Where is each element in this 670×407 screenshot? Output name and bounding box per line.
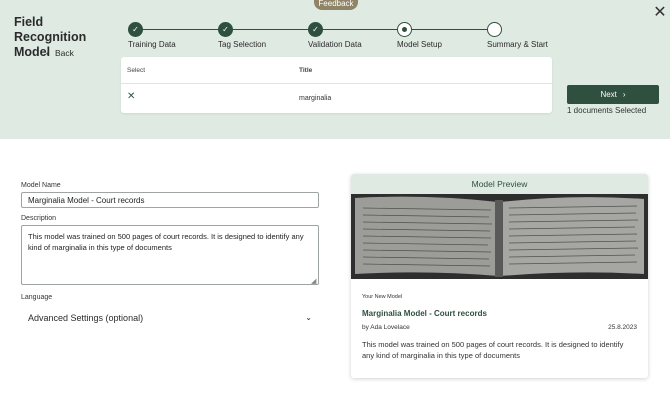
step-label-model-setup: Model Setup (397, 40, 442, 49)
table-divider (121, 83, 552, 84)
back-label: Back (55, 48, 74, 58)
step-label-validation-data: Validation Data (308, 40, 362, 49)
preview-date: 25.8.2023 (608, 324, 637, 331)
table-row-title: marginalia (299, 95, 332, 102)
preview-subheading: Your New Model (362, 294, 403, 300)
selected-count: 1 documents Selected (567, 106, 647, 115)
step-tag-selection[interactable]: ✓ (218, 22, 233, 37)
next-label: Next (600, 90, 617, 99)
model-name-label: Model Name (21, 182, 61, 189)
preview-author: by Ada Lovelace (362, 324, 410, 331)
model-preview-card: Model Preview Your New Model Marginalia … (351, 174, 648, 378)
description-label: Description (21, 215, 57, 222)
preview-description: This model was trained on 500 pages of c… (362, 340, 624, 360)
step-label-summary-start: Summary & Start (487, 40, 548, 49)
column-header-select: Select (127, 67, 146, 74)
step-model-setup[interactable] (397, 22, 412, 37)
advanced-settings-label: Advanced Settings (optional) (28, 313, 144, 323)
chevron-right-icon: › (622, 90, 626, 99)
deselect-icon[interactable]: ✕ (127, 91, 135, 102)
step-training-data[interactable]: ✓ (128, 22, 143, 37)
close-icon[interactable]: ✕ (653, 5, 667, 21)
resize-handle-icon[interactable]: ◢ (311, 277, 316, 285)
step-validation-data[interactable]: ✓ (308, 22, 323, 37)
next-button[interactable]: Next › (567, 85, 659, 104)
feedback-tab[interactable]: Feedback (314, 0, 358, 10)
chevron-down-icon: ⌄ (305, 313, 312, 322)
chevron-left-icon: ‹ (46, 48, 49, 58)
description-textarea[interactable]: This model was trained on 500 pages of c… (21, 225, 319, 285)
model-name-input[interactable]: Marginalia Model - Court records (21, 192, 319, 208)
back-button[interactable]: ‹ Back (46, 48, 74, 58)
manuscript-image (351, 194, 648, 279)
documents-table: Select Title ✕ marginalia (121, 57, 552, 113)
step-label-training-data: Training Data (128, 40, 176, 49)
preview-heading: Model Preview (351, 174, 648, 194)
column-header-title: Title (299, 67, 313, 74)
step-label-tag-selection: Tag Selection (218, 40, 267, 49)
step-summary-start[interactable] (487, 22, 502, 37)
language-label: Language (21, 294, 53, 301)
preview-title: Marginalia Model - Court records (362, 309, 487, 318)
advanced-settings-toggle[interactable]: Advanced Settings (optional) ⌄ (28, 313, 312, 323)
